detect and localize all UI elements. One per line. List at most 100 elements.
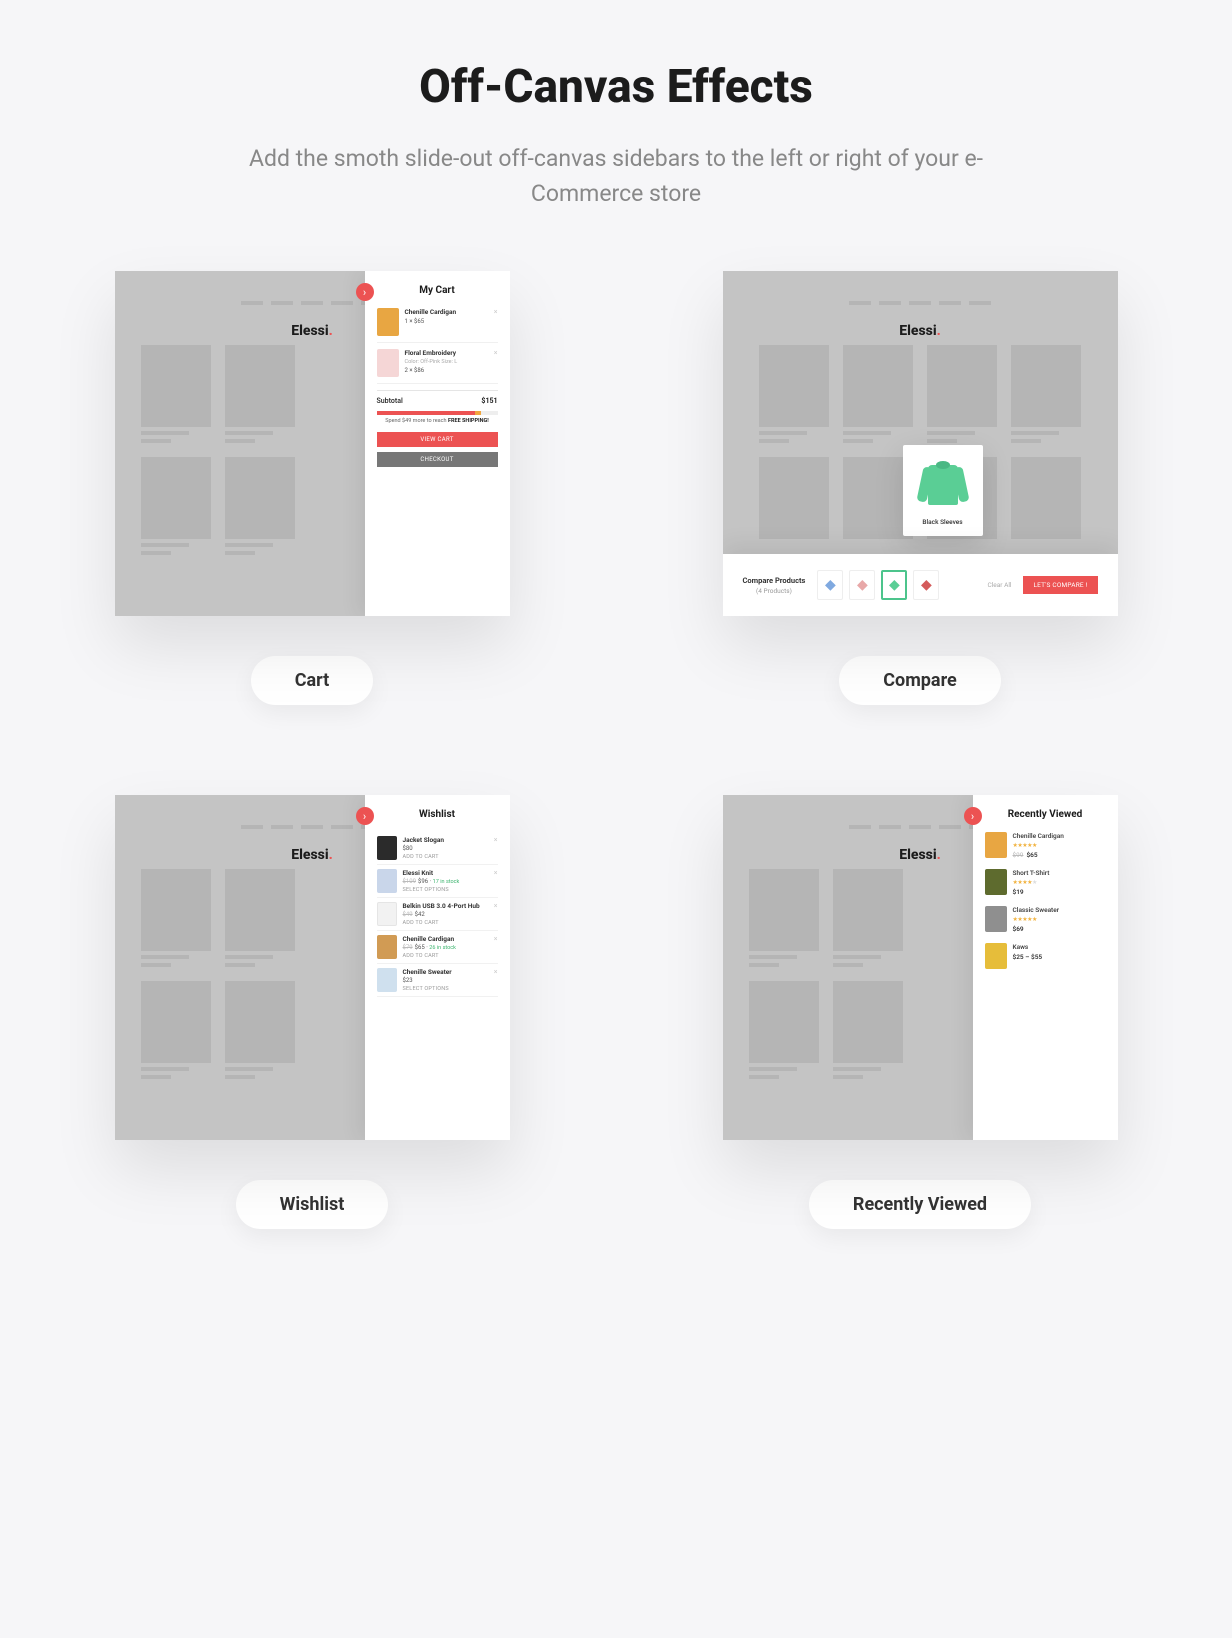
cart-thumb <box>377 349 399 377</box>
star-rating-icon: ★★★★★ <box>1013 879 1050 886</box>
recent-item-name: Kaws <box>1013 943 1043 951</box>
recent-thumb <box>985 906 1007 932</box>
wishlist-thumb <box>377 935 397 959</box>
wishlist-thumb <box>377 902 397 926</box>
wishlist-item-action[interactable]: ADD TO CART <box>403 953 456 959</box>
wishlist-sidebar: › Wishlist Jacket Slogan $80 ADD TO CART… <box>365 795 510 1140</box>
remove-icon[interactable]: × <box>494 836 498 844</box>
page-title: Off-Canvas Effects <box>44 60 1188 114</box>
wishlist-item-name: Chenille Sweater <box>403 968 452 976</box>
view-cart-button[interactable]: VIEW CART <box>377 432 498 447</box>
example-compare: Elessi. Black Sleeves <box>652 271 1188 705</box>
recent-item-price: $99$65 <box>1013 851 1064 859</box>
brand-logo: Elessi. <box>741 323 1100 339</box>
card-label: Cart <box>251 656 374 705</box>
cart-item-qty: 1 × $65 <box>405 318 498 325</box>
wishlist-item[interactable]: Chenille Cardigan $79$65 · 26 in stock A… <box>377 931 498 964</box>
wishlist-item-action[interactable]: ADD TO CART <box>403 854 444 860</box>
wishlist-item-price: $109$96 · 17 in stock <box>403 878 460 885</box>
close-icon[interactable]: › <box>356 807 374 825</box>
cart-item-qty: 2 × $86 <box>405 367 498 374</box>
cart-sidebar: › My Cart Chenille Cardigan 1 × $65 × Fl… <box>365 271 510 616</box>
recent-item[interactable]: Classic Sweater ★★★★★ $69 <box>985 906 1106 933</box>
remove-icon[interactable]: × <box>494 349 498 357</box>
brand-name: Elessi <box>291 847 328 863</box>
sweater-preview <box>918 455 968 510</box>
shipping-progress-text: Spend $49 more to reach FREE SHIPPING! <box>377 418 498 424</box>
brand-dot: . <box>937 323 941 339</box>
wishlist-item-price: $23 <box>403 977 452 984</box>
recent-item-name: Short T-Shirt <box>1013 869 1050 877</box>
remove-icon[interactable]: × <box>494 869 498 877</box>
recent-title: Recently Viewed <box>985 809 1106 820</box>
compare-title: Compare Products <box>743 576 806 585</box>
compare-thumb[interactable]: ◆ <box>913 570 939 600</box>
close-icon[interactable]: › <box>356 283 374 301</box>
wishlist-thumb <box>377 869 397 893</box>
clear-all-button[interactable]: Clear All <box>987 581 1011 589</box>
wishlist-item[interactable]: Chenille Sweater $23 SELECT OPTIONS × <box>377 964 498 997</box>
cart-item[interactable]: Floral Embroidery Color: Off-Pink Size: … <box>377 349 498 384</box>
page-subtitle: Add the smoth slide-out off-canvas sideb… <box>236 142 996 211</box>
recent-thumb <box>985 832 1007 858</box>
nav-placeholder <box>741 301 1100 305</box>
cart-item-name: Chenille Cardigan <box>405 308 498 316</box>
cart-item-meta: Color: Off-Pink Size: L <box>405 359 498 365</box>
subtotal-row: Subtotal $151 <box>377 390 498 405</box>
recent-item-price: $19 <box>1013 888 1050 896</box>
compare-count: (4 Products) <box>743 587 806 595</box>
recent-item[interactable]: Kaws $25 – $55 <box>985 943 1106 969</box>
wishlist-item-action[interactable]: ADD TO CART <box>403 920 480 926</box>
recent-item-price: $69 <box>1013 925 1060 933</box>
recent-item[interactable]: Chenille Cardigan ★★★★★ $99$65 <box>985 832 1106 859</box>
compare-strip: Compare Products (4 Products) ◆ ◆ ◆ ◆ Cl… <box>723 554 1118 616</box>
close-icon[interactable]: › <box>964 807 982 825</box>
wishlist-thumb <box>377 836 397 860</box>
cart-item-name: Floral Embroidery <box>405 349 498 357</box>
wishlist-item-name: Belkin USB 3.0 4-Port Hub <box>403 902 480 910</box>
wishlist-item[interactable]: Elessi Knit $109$96 · 17 in stock SELECT… <box>377 865 498 898</box>
wishlist-thumb <box>377 968 397 992</box>
compare-thumb-active[interactable]: ◆ <box>881 570 907 600</box>
wishlist-title: Wishlist <box>377 809 498 820</box>
recent-sidebar: › Recently Viewed Chenille Cardigan ★★★★… <box>973 795 1118 1140</box>
checkout-button[interactable]: CHECKOUT <box>377 452 498 467</box>
compare-thumbs: ◆ ◆ ◆ ◆ <box>817 570 975 600</box>
cart-mock: Elessi. › My Cart Chenille Cardigan 1 × … <box>115 271 510 616</box>
recent-item[interactable]: Short T-Shirt ★★★★★ $19 <box>985 869 1106 896</box>
compare-mock: Elessi. Black Sleeves <box>723 271 1118 616</box>
cart-item[interactable]: Chenille Cardigan 1 × $65 × <box>377 308 498 343</box>
subtotal-label: Subtotal <box>377 397 403 405</box>
brand-dot: . <box>937 847 941 863</box>
wishlist-item-price: $79$65 · 26 in stock <box>403 944 456 951</box>
card-label: Recently Viewed <box>809 1180 1031 1229</box>
compare-popup: Black Sleeves <box>903 445 983 536</box>
brand-name: Elessi <box>291 323 328 339</box>
wishlist-item-action[interactable]: SELECT OPTIONS <box>403 986 452 992</box>
example-wishlist: Elessi. › Wishlist Jacket Slogan $80 ADD <box>44 795 580 1229</box>
remove-icon[interactable]: × <box>494 308 498 316</box>
remove-icon[interactable]: × <box>494 935 498 943</box>
example-recent: Elessi. › Recently Viewed Chenille Cardi… <box>652 795 1188 1229</box>
popup-product-name: Black Sleeves <box>913 518 973 526</box>
card-label: Compare <box>839 656 1000 705</box>
remove-icon[interactable]: × <box>494 968 498 976</box>
wishlist-item[interactable]: Jacket Slogan $80 ADD TO CART × <box>377 832 498 865</box>
brand-dot: . <box>329 323 333 339</box>
wishlist-item-price: $80 <box>403 845 444 852</box>
page-header: Off-Canvas Effects Add the smoth slide-o… <box>44 60 1188 211</box>
lets-compare-button[interactable]: LET'S COMPARE ! <box>1023 576 1097 594</box>
compare-thumb[interactable]: ◆ <box>817 570 843 600</box>
wishlist-item-action[interactable]: SELECT OPTIONS <box>403 887 460 893</box>
brand-dot: . <box>329 847 333 863</box>
wishlist-mock: Elessi. › Wishlist Jacket Slogan $80 ADD <box>115 795 510 1140</box>
remove-icon[interactable]: × <box>494 902 498 910</box>
compare-thumb[interactable]: ◆ <box>849 570 875 600</box>
wishlist-item[interactable]: Belkin USB 3.0 4-Port Hub $49$42 ADD TO … <box>377 898 498 931</box>
cart-thumb <box>377 308 399 336</box>
wishlist-item-name: Jacket Slogan <box>403 836 444 844</box>
recent-thumb <box>985 943 1007 969</box>
recent-item-name: Classic Sweater <box>1013 906 1060 914</box>
star-rating-icon: ★★★★★ <box>1013 842 1064 849</box>
example-cart: Elessi. › My Cart Chenille Cardigan 1 × … <box>44 271 580 705</box>
